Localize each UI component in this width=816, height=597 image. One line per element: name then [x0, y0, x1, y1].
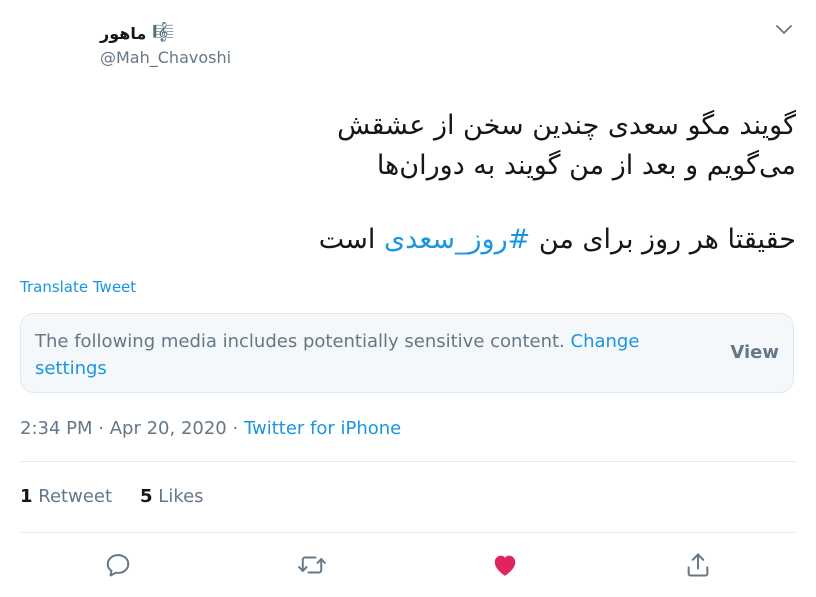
- likes-stat[interactable]: 5 Likes: [140, 486, 204, 507]
- tweet-actions: [0, 548, 816, 582]
- divider: [20, 532, 796, 533]
- tweet-stats: 1 Retweet 5 Likes: [20, 486, 204, 507]
- sensitive-notice-text: The following media includes potentially…: [35, 331, 565, 352]
- view-button[interactable]: View: [730, 342, 779, 363]
- divider: [20, 461, 796, 462]
- sensitive-media-notice: The following media includes potentially…: [20, 313, 794, 393]
- chevron-down-icon[interactable]: [774, 22, 794, 38]
- tweet-line-3-suffix: است: [318, 224, 385, 255]
- tweet-time[interactable]: 2:34 PM: [20, 418, 93, 439]
- retweet-icon[interactable]: [295, 548, 329, 582]
- tweet-line-1: گویند مگو سعدی چندین سخن از عشقش: [337, 110, 796, 141]
- meta-separator: ·: [98, 418, 104, 439]
- likes-label: Likes: [158, 486, 204, 507]
- tweet-text: گویند مگو سعدی چندین سخن از عشقش می‌گویم…: [36, 106, 796, 260]
- translate-tweet-link[interactable]: Translate Tweet: [20, 278, 136, 296]
- retweets-count: 1: [20, 486, 33, 507]
- tweet-line-2: می‌گویم و بعد از من گویند به دوران‌ها: [376, 150, 796, 181]
- musical-score-emoji: 🎼: [152, 22, 175, 43]
- share-icon[interactable]: [681, 548, 715, 582]
- tweet-date[interactable]: Apr 20, 2020: [110, 418, 227, 439]
- tweet-line-3-prefix: حقیقتا هر روز برای من: [530, 224, 796, 255]
- tweet-meta: 2:34 PM · Apr 20, 2020 · Twitter for iPh…: [20, 418, 401, 439]
- tweet-author[interactable]: ماهور 🎼 @Mah_Chavoshi: [100, 20, 231, 68]
- tweet-line-3: حقیقتا هر روز برای من #روز_سعدی است: [36, 220, 796, 260]
- tweet-source-link[interactable]: Twitter for iPhone: [244, 418, 401, 439]
- retweets-label: Retweet: [38, 486, 113, 507]
- hashtag-link[interactable]: #روز_سعدی: [384, 224, 530, 255]
- retweets-stat[interactable]: 1 Retweet: [20, 486, 112, 507]
- user-handle[interactable]: @Mah_Chavoshi: [100, 48, 231, 67]
- heart-icon[interactable]: [488, 548, 522, 582]
- meta-separator: ·: [232, 418, 239, 439]
- sensitive-notice-text-block: The following media includes potentially…: [35, 328, 675, 382]
- display-name[interactable]: ماهور: [100, 24, 146, 43]
- reply-icon[interactable]: [101, 548, 135, 582]
- likes-count: 5: [140, 486, 153, 507]
